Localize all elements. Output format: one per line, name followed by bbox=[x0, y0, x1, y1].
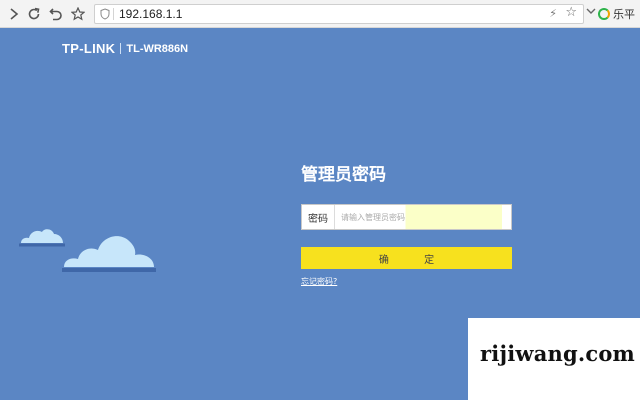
chevron-down-icon[interactable] bbox=[586, 6, 596, 16]
logo-divider bbox=[120, 43, 122, 54]
confirm-button[interactable]: 确 定 bbox=[301, 247, 512, 269]
lightning-icon[interactable]: ⚡ bbox=[549, 7, 557, 20]
brand-name: TP-LINK bbox=[62, 41, 116, 56]
leping-icon bbox=[598, 8, 610, 20]
browser-toolbar: 192.168.1.1 ⚡ ☆ 乐平 bbox=[0, 0, 640, 28]
forward-icon bbox=[10, 8, 19, 20]
forgot-password-link[interactable]: 忘记密码? bbox=[301, 276, 337, 287]
page-title: 管理员密码 bbox=[301, 165, 386, 185]
bookmark-star-button[interactable] bbox=[68, 4, 88, 24]
reload-button[interactable] bbox=[24, 4, 44, 24]
large-cloud-illustration bbox=[62, 236, 156, 272]
undo-button[interactable] bbox=[46, 4, 66, 24]
undo-icon bbox=[49, 8, 62, 21]
password-row: 密码 bbox=[301, 204, 512, 230]
model-name: TL-WR886N bbox=[126, 42, 189, 55]
forward-button[interactable] bbox=[4, 4, 24, 24]
watermark-text: rijiwang.com bbox=[480, 341, 635, 366]
shield-icon bbox=[100, 8, 110, 20]
url-text[interactable]: 192.168.1.1 bbox=[119, 7, 182, 21]
address-bar[interactable]: 192.168.1.1 ⚡ ☆ bbox=[94, 4, 584, 24]
reload-icon bbox=[28, 7, 40, 20]
address-star-icon[interactable]: ☆ bbox=[565, 5, 577, 20]
extension-label: 乐平 bbox=[613, 8, 635, 21]
address-divider bbox=[113, 8, 114, 20]
password-input[interactable] bbox=[335, 205, 511, 229]
password-label: 密码 bbox=[302, 205, 335, 229]
leping-extension[interactable]: 乐平 bbox=[598, 4, 635, 24]
small-cloud-illustration bbox=[19, 229, 65, 247]
star-icon bbox=[71, 7, 85, 21]
tp-link-logo: TP-LINK TL-WR886N bbox=[62, 41, 188, 56]
